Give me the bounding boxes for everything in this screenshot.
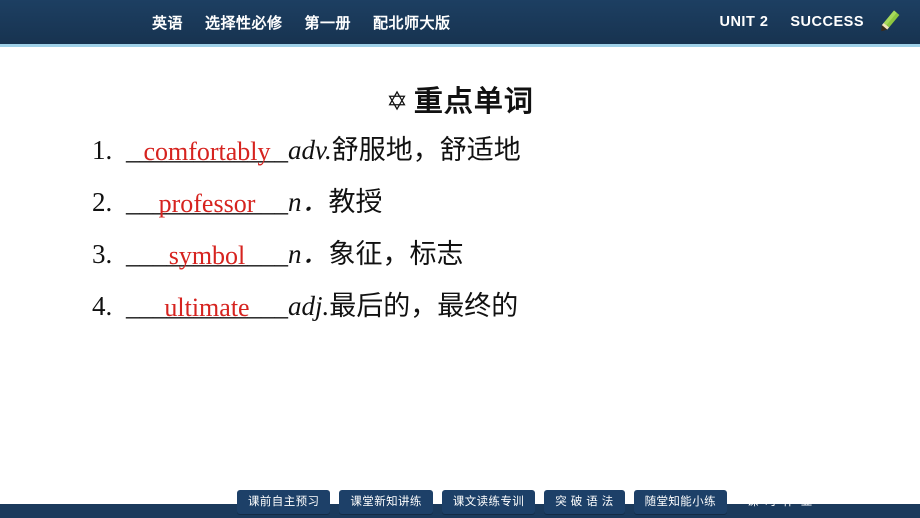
- header-course-type: 选择性必修: [205, 14, 283, 32]
- header-unit-info: UNIT 2 SUCCESS: [719, 0, 904, 44]
- vocabulary-list: 1. ____________ comfortably adv. 舒服地，舒适地…: [92, 128, 852, 336]
- footer-tab-grammar[interactable]: 突 破 语 法: [544, 490, 625, 514]
- part-of-speech: n．: [288, 239, 329, 269]
- header-underline: [0, 44, 920, 47]
- header-subject: 英语: [152, 14, 184, 32]
- section-title: ✡ 重点单词: [0, 78, 920, 120]
- answer-blank: ____________ ultimate: [126, 291, 288, 325]
- answer-text: symbol: [168, 241, 246, 270]
- item-number: 4.: [92, 291, 113, 321]
- part-of-speech: adv.: [288, 135, 332, 165]
- item-number: 1.: [92, 135, 113, 165]
- word-meaning: 最后的，最终的: [329, 291, 519, 321]
- answer-text: professor: [158, 189, 256, 218]
- word-meaning: 象征，标志: [328, 239, 464, 269]
- diamond-bullet-icon: ✡: [386, 87, 409, 116]
- part-of-speech: adj.: [288, 291, 330, 321]
- item-number: 3.: [92, 239, 113, 269]
- answer-text: comfortably: [143, 137, 271, 166]
- answer-text: ultimate: [164, 293, 250, 322]
- item-number: 2.: [92, 187, 113, 217]
- footer-tab-list: 课前自主预习 课堂新知讲练 课文读练专训 突 破 语 法 随堂知能小练 课 时 …: [237, 490, 814, 514]
- footer-tab-text-training[interactable]: 课文读练专训: [441, 490, 536, 514]
- answer-blank: ____________ comfortably: [126, 135, 288, 169]
- footer: 课前自主预习 课堂新知讲练 课文读练专训 突 破 语 法 随堂知能小练 课 时 …: [0, 476, 920, 518]
- answer-blank: ____________ symbol: [126, 239, 288, 273]
- list-item: 4. ____________ ultimate adj. 最后的，最终的: [92, 284, 852, 336]
- word-meaning: 舒服地，舒适地: [331, 135, 521, 165]
- header-unit-title: SUCCESS: [790, 14, 864, 30]
- header-volume: 第一册: [304, 14, 352, 32]
- footer-tab-homework[interactable]: 课 时 作 业: [736, 490, 814, 514]
- header-book-info: 英语 选择性必修 第一册 配北师大版: [152, 12, 451, 33]
- footer-tab-class-practice[interactable]: 随堂知能小练: [633, 490, 728, 514]
- footer-tab-new-lesson[interactable]: 课堂新知讲练: [339, 490, 433, 514]
- word-meaning: 教授: [328, 187, 383, 217]
- header-unit-number: UNIT 2: [719, 14, 769, 30]
- list-item: 2. ____________ professor n． 教授: [92, 180, 852, 232]
- part-of-speech: n．: [288, 187, 329, 217]
- list-item: 1. ____________ comfortably adv. 舒服地，舒适地: [92, 128, 852, 180]
- footer-tab-preview[interactable]: 课前自主预习: [237, 490, 331, 514]
- top-header-bar: 英语 选择性必修 第一册 配北师大版 UNIT 2 SUCCESS: [0, 0, 920, 44]
- answer-blank: ____________ professor: [126, 187, 288, 221]
- header-edition: 配北师大版: [373, 14, 451, 32]
- pencil-icon: [874, 7, 904, 37]
- section-title-text: 重点单词: [413, 86, 534, 118]
- list-item: 3. ____________ symbol n． 象征，标志: [92, 232, 852, 284]
